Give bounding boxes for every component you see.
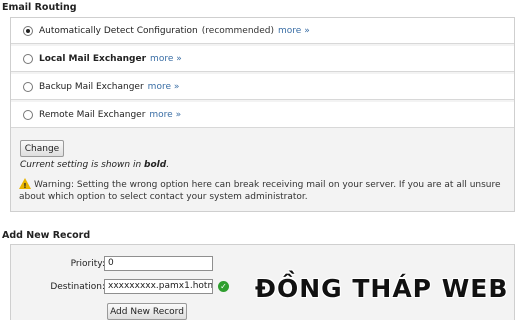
option-remote-mail-exchanger[interactable]: Remote Mail Exchanger more » (11, 102, 514, 128)
more-link[interactable]: more » (149, 110, 181, 120)
watermark-logo: ĐỒNG THÁP WEB (255, 274, 509, 303)
destination-input[interactable]: xxxxxxxxx.pamx1.hotmail. (104, 279, 213, 294)
current-setting-note: Current setting is shown in bold. (20, 160, 169, 170)
add-new-record-title: Add New Record (2, 230, 91, 241)
check-circle-icon: ✓ (218, 281, 229, 292)
warning-message: ! Warning: Setting the wrong option here … (19, 178, 519, 203)
option-label: Backup Mail Exchanger (39, 81, 144, 92)
option-backup-mail-exchanger[interactable]: Backup Mail Exchanger more » (11, 74, 514, 100)
warning-triangle-icon: ! (19, 178, 31, 190)
add-new-record-button[interactable]: Add New Record (107, 303, 187, 320)
email-routing-panel: Automatically Detect Configuration (reco… (10, 17, 515, 212)
note-bold: bold (144, 160, 167, 170)
option-label: Local Mail Exchanger (39, 53, 147, 64)
note-suffix: . (166, 160, 170, 170)
note-prefix: Current setting is shown in (20, 160, 142, 170)
option-local-mail-exchanger[interactable]: Local Mail Exchanger more » (11, 46, 514, 72)
change-button[interactable]: Change (20, 140, 64, 157)
priority-label: Priority: (70, 259, 105, 269)
radio-remote-mail-exchanger[interactable] (23, 109, 33, 120)
radio-backup-mail-exchanger[interactable] (23, 81, 33, 92)
option-auto-detect[interactable]: Automatically Detect Configuration (reco… (11, 18, 514, 44)
more-link[interactable]: more » (150, 54, 182, 64)
radio-auto-detect[interactable] (23, 25, 33, 36)
warning-text: Warning: Setting the wrong option here c… (19, 180, 501, 202)
destination-label: Destination: (50, 282, 105, 292)
option-label: Automatically Detect Configuration (39, 25, 198, 36)
radio-local-mail-exchanger[interactable] (23, 53, 33, 64)
more-link[interactable]: more » (148, 82, 180, 92)
option-recommended-note: (recommended) (201, 25, 275, 36)
more-link[interactable]: more » (278, 26, 310, 36)
option-label: Remote Mail Exchanger (39, 109, 146, 120)
email-routing-title: Email Routing (2, 2, 77, 13)
priority-input[interactable]: 0 (104, 256, 213, 271)
